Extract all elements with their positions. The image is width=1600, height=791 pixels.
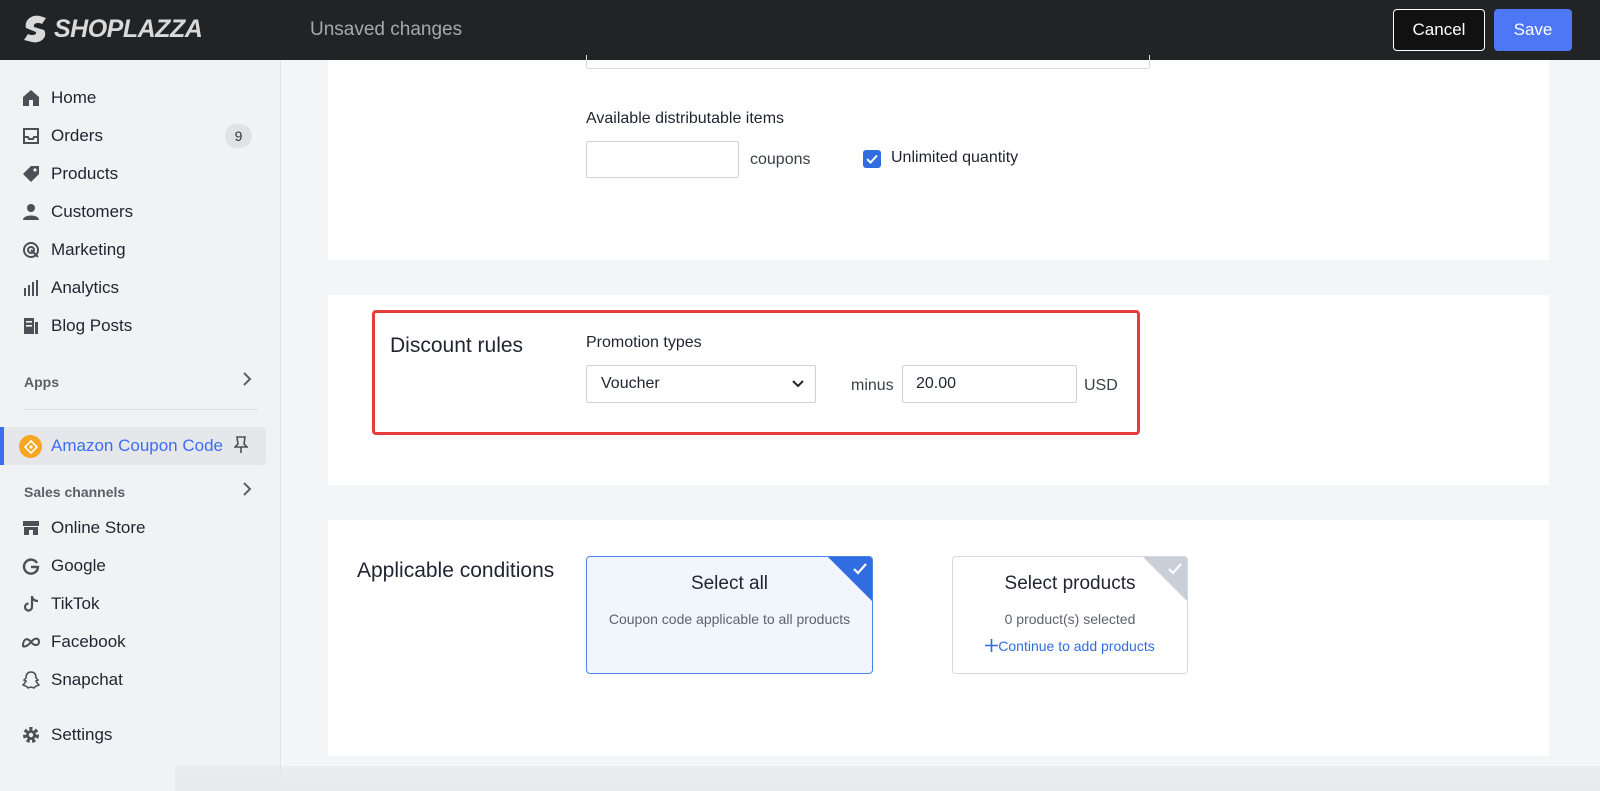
applicable-conditions-title: Applicable conditions [357,559,555,582]
sidebar-item-tiktok[interactable]: TikTok [0,586,281,622]
cancel-button[interactable]: Cancel [1393,9,1485,51]
store-icon [20,517,42,539]
brand-name: SHOPLAZZA [54,14,203,43]
sidebar-item-facebook[interactable]: Facebook [0,624,281,660]
bottom-shadow [175,766,1600,791]
minus-label: minus [851,377,894,394]
sidebar-item-customers[interactable]: Customers [0,194,281,230]
gear-icon [20,724,42,746]
option-description: Coupon code applicable to all products [608,611,851,627]
inbox-icon [20,125,42,147]
chevron-right-icon[interactable] [242,372,252,389]
sidebar-item-label: Snapchat [51,670,123,689]
option-title: Select products [1004,573,1136,594]
distributable-items-label: Available distributable items [586,110,785,127]
sidebar-item-analytics[interactable]: Analytics [0,270,281,306]
sidebar-item-amazon-coupon-code[interactable]: Amazon Coupon Code [0,427,266,465]
sidebar-item-label: Orders [51,126,103,145]
sales-channels-section-label: Sales channels [24,484,126,500]
continue-add-products-label: Continue to add products [998,638,1155,654]
target-icon [20,239,42,261]
sidebar-item-marketing[interactable]: Marketing [0,232,281,268]
person-icon [20,201,42,223]
unlimited-quantity-checkbox[interactable] [863,150,881,168]
sidebar-item-label: Customers [51,202,134,221]
sidebar-item-products[interactable]: Products [0,156,281,192]
sidebar-item-orders[interactable]: Orders 9 [0,118,281,154]
top-bar: SHOPLAZZA Unsaved changes Cancel Save [0,0,1600,60]
pin-icon[interactable] [233,436,249,459]
sidebar-item-settings[interactable]: Settings [0,717,281,753]
sidebar-item-label: Analytics [51,278,120,297]
chevron-right-icon[interactable] [242,482,252,499]
discount-rules-title: Discount rules [390,334,524,357]
document-icon [20,315,42,337]
unsaved-status: Unsaved changes [310,19,463,40]
sidebar-item-label: TikTok [51,594,100,613]
sidebar-item-blog-posts[interactable]: Blog Posts [0,308,281,344]
continue-add-products-link[interactable]: Continue to add products [953,638,1187,654]
sidebar: Home Orders 9 Products Customers Marketi… [0,60,281,791]
sidebar-item-label: Online Store [51,518,146,537]
quantity-input[interactable] [586,141,739,178]
checkmark-icon [866,154,878,164]
sidebar-item-label: Marketing [51,240,126,259]
coupons-unit-label: coupons [750,151,811,168]
sidebar-item-google[interactable]: Google [0,548,281,584]
previous-field-bottom-edge[interactable] [586,55,1150,69]
brand-logo: SHOPLAZZA [22,14,203,44]
chevron-down-icon [791,377,805,396]
sidebar-item-online-store[interactable]: Online Store [0,510,281,546]
selected-promotion-type: Voucher [601,375,660,392]
ghost-icon [20,669,42,691]
sidebar-item-snapchat[interactable]: Snapchat [0,662,281,698]
orders-count-badge: 9 [225,124,252,148]
home-icon [20,87,42,109]
coupon-icon [19,435,42,458]
apps-section-label: Apps [24,374,59,390]
unlimited-quantity-label: Unlimited quantity [891,149,1019,166]
sidebar-item-home[interactable]: Home [0,80,281,116]
sidebar-item-label: Google [51,556,106,575]
google-icon [20,555,42,577]
meta-icon [20,631,42,653]
products-selected-count: 0 product(s) selected [1004,611,1136,627]
option-title: Select all [690,573,769,594]
sidebar-item-label: Settings [51,725,113,744]
active-indicator [0,427,4,465]
sidebar-item-label: Blog Posts [51,316,133,335]
plus-icon [985,639,999,652]
tiktok-icon [20,593,42,615]
promotion-types-label: Promotion types [586,334,702,351]
tag-icon [20,163,42,185]
active-app-label: Amazon Coupon Code [51,436,224,455]
save-button[interactable]: Save [1494,9,1572,51]
divider [24,409,258,410]
select-all-option[interactable]: Select all Coupon code applicable to all… [586,556,873,674]
applicable-conditions-card [328,520,1549,756]
select-products-option[interactable]: Select products 0 product(s) selected Co… [952,556,1188,674]
currency-label: USD [1084,377,1118,394]
sidebar-item-label: Products [51,164,119,183]
sidebar-item-label: Home [51,88,97,107]
shoplazza-logo-icon [24,15,46,43]
sidebar-item-label: Facebook [51,632,126,651]
discount-amount-input[interactable] [902,365,1077,403]
promotion-type-select[interactable]: Voucher [586,365,816,403]
bar-chart-icon [20,277,42,299]
